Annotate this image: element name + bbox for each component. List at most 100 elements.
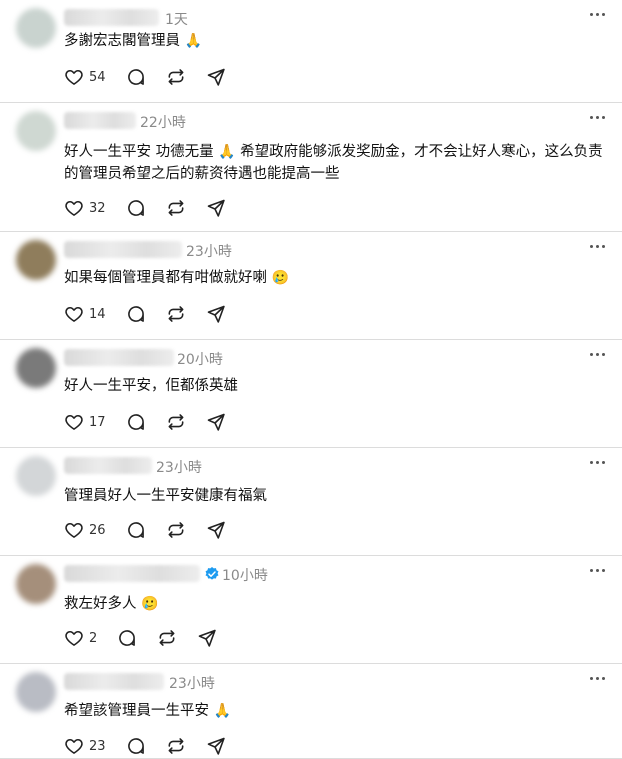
share-icon bbox=[207, 521, 225, 539]
username-blurred[interactable] bbox=[64, 565, 200, 582]
share-button[interactable] bbox=[206, 198, 226, 218]
timestamp[interactable]: 23小時 bbox=[186, 241, 232, 261]
action-bar: 2 bbox=[64, 627, 237, 649]
comment-item: 23小時管理員好人一生平安健康有福氣 26 bbox=[0, 448, 622, 556]
like-count: 26 bbox=[89, 522, 106, 538]
repost-button[interactable] bbox=[166, 520, 186, 540]
like-count: 54 bbox=[89, 69, 106, 85]
emoji: 🥲 bbox=[267, 270, 289, 286]
avatar[interactable] bbox=[16, 111, 56, 151]
timestamp[interactable]: 22小時 bbox=[140, 112, 186, 132]
heart-icon bbox=[65, 630, 83, 646]
more-icon[interactable] bbox=[590, 12, 606, 18]
share-icon bbox=[207, 305, 225, 323]
emoji: 🙏 bbox=[209, 703, 231, 719]
more-icon[interactable] bbox=[590, 460, 606, 466]
action-bar: 23 bbox=[64, 735, 246, 757]
share-button[interactable] bbox=[197, 628, 217, 648]
action-bar: 14 bbox=[64, 303, 246, 325]
like-count: 23 bbox=[89, 738, 106, 754]
comment-item: 10小時救左好多人 🥲 2 bbox=[0, 556, 622, 664]
reply-button[interactable] bbox=[126, 412, 146, 432]
avatar[interactable] bbox=[16, 348, 56, 388]
repost-button[interactable] bbox=[157, 628, 177, 648]
repost-icon bbox=[168, 414, 184, 430]
action-bar: 26 bbox=[64, 519, 246, 541]
share-icon bbox=[207, 413, 225, 431]
comment-text: 救左好多人 🥲 bbox=[64, 596, 159, 612]
reply-button[interactable] bbox=[126, 736, 146, 756]
username-blurred[interactable] bbox=[64, 673, 164, 690]
repost-button[interactable] bbox=[166, 412, 186, 432]
repost-button[interactable] bbox=[166, 304, 186, 324]
more-icon[interactable] bbox=[590, 568, 606, 574]
username-blurred[interactable] bbox=[64, 241, 182, 258]
heart-icon bbox=[65, 200, 83, 216]
like-button[interactable]: 17 bbox=[64, 412, 106, 432]
like-button[interactable]: 54 bbox=[64, 67, 106, 87]
comment-text: 如果每個管理員都有咁做就好喇 🥲 bbox=[64, 270, 289, 286]
like-count: 2 bbox=[89, 630, 98, 646]
avatar[interactable] bbox=[16, 672, 56, 712]
share-icon bbox=[198, 629, 216, 647]
share-icon bbox=[207, 737, 225, 755]
share-button[interactable] bbox=[206, 736, 226, 756]
heart-icon bbox=[65, 414, 83, 430]
share-button[interactable] bbox=[206, 67, 226, 87]
comment-icon bbox=[127, 306, 144, 322]
timestamp[interactable]: 20小時 bbox=[177, 349, 223, 369]
avatar[interactable] bbox=[16, 564, 56, 604]
repost-icon bbox=[168, 522, 184, 538]
comment-icon bbox=[127, 414, 144, 430]
comment-text: 好人一生平安，佢都係英雄 bbox=[64, 378, 238, 394]
username-blurred[interactable] bbox=[64, 349, 174, 366]
timestamp[interactable]: 23小時 bbox=[156, 457, 202, 477]
comment-icon bbox=[127, 69, 144, 85]
avatar[interactable] bbox=[16, 240, 56, 280]
comment-icon bbox=[119, 630, 136, 646]
username-blurred[interactable] bbox=[64, 9, 159, 26]
repost-button[interactable] bbox=[166, 67, 186, 87]
repost-icon bbox=[168, 738, 184, 754]
repost-button[interactable] bbox=[166, 198, 186, 218]
comment-icon bbox=[127, 200, 144, 216]
share-button[interactable] bbox=[206, 304, 226, 324]
share-icon bbox=[207, 199, 225, 217]
action-bar: 17 bbox=[64, 411, 246, 433]
reply-button[interactable] bbox=[126, 520, 146, 540]
reply-button[interactable] bbox=[126, 198, 146, 218]
repost-icon bbox=[159, 630, 175, 646]
repost-button[interactable] bbox=[166, 736, 186, 756]
reply-button[interactable] bbox=[117, 628, 137, 648]
like-button[interactable]: 26 bbox=[64, 520, 106, 540]
emoji: 🙏 bbox=[213, 144, 236, 160]
like-button[interactable]: 32 bbox=[64, 198, 106, 218]
comment-feed: 1天 多謝宏志閣管理員 🙏 54 22小時 好人一生平安 功德无量 🙏 希望政府能够派发… bbox=[0, 0, 622, 759]
username-blurred[interactable] bbox=[64, 457, 152, 474]
more-icon[interactable] bbox=[590, 244, 606, 250]
username-blurred[interactable] bbox=[64, 112, 136, 129]
timestamp[interactable]: 1天 bbox=[165, 9, 188, 29]
comment-item: 1天 多謝宏志閣管理員 🙏 54 bbox=[0, 0, 622, 103]
share-button[interactable] bbox=[206, 412, 226, 432]
timestamp[interactable]: 23小時 bbox=[169, 673, 215, 693]
reply-button[interactable] bbox=[126, 67, 146, 87]
comment-text: 管理員好人一生平安健康有福氣 bbox=[64, 488, 267, 504]
more-icon[interactable] bbox=[590, 115, 606, 121]
comment-text: 希望該管理員一生平安 🙏 bbox=[64, 703, 231, 719]
action-bar: 32 bbox=[64, 197, 246, 219]
avatar[interactable] bbox=[16, 456, 56, 496]
avatar[interactable] bbox=[16, 8, 56, 48]
like-button[interactable]: 23 bbox=[64, 736, 106, 756]
timestamp[interactable]: 10小時 bbox=[222, 565, 268, 585]
repost-icon bbox=[168, 200, 184, 216]
share-icon bbox=[207, 68, 225, 86]
heart-icon bbox=[65, 522, 83, 538]
share-button[interactable] bbox=[206, 520, 226, 540]
comment-item: 23小時希望該管理員一生平安 🙏 23 bbox=[0, 664, 622, 759]
more-icon[interactable] bbox=[590, 676, 606, 682]
like-button[interactable]: 14 bbox=[64, 304, 106, 324]
like-button[interactable]: 2 bbox=[64, 628, 97, 648]
reply-button[interactable] bbox=[126, 304, 146, 324]
more-icon[interactable] bbox=[590, 352, 606, 358]
